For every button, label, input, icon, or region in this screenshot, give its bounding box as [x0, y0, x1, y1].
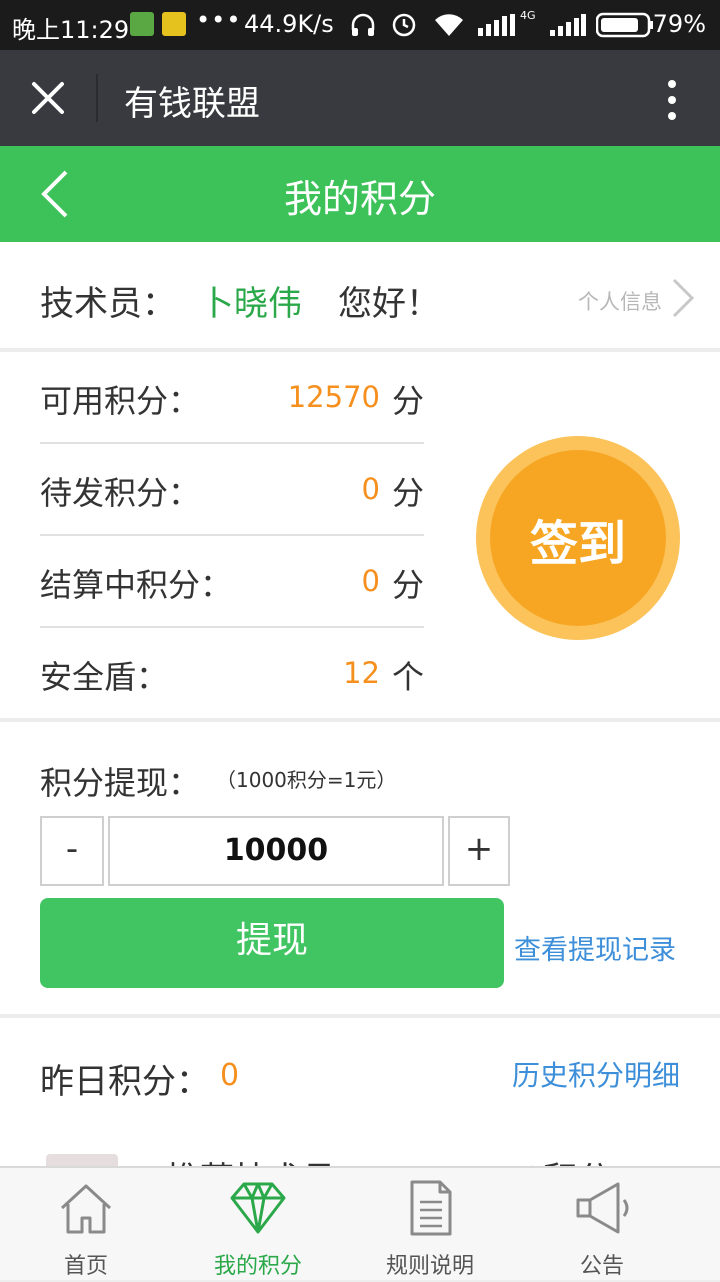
app-title: 有钱联盟 [124, 84, 260, 124]
withdraw-button[interactable]: 提现 [40, 898, 504, 988]
diamond-icon [230, 1182, 286, 1234]
status-time: 晚上11:29 [12, 16, 130, 44]
tab-announcements[interactable]: 公告 [516, 1168, 688, 1282]
withdraw-label: 积分提现： [40, 764, 201, 802]
points-row-pending: 待发积分： 0 分 [40, 444, 424, 536]
increase-button[interactable]: + [448, 816, 510, 886]
tab-label: 首页 [63, 1254, 108, 1279]
role-label: 技术员： [40, 284, 176, 324]
points-row-unit: 个 [391, 658, 424, 696]
tab-label: 我的积分 [213, 1254, 302, 1279]
points-row-value: 12570 [287, 380, 380, 414]
title-separator [96, 74, 98, 122]
points-row-value: 0 [361, 564, 380, 598]
page-title: 我的积分 [283, 177, 436, 221]
network-type: 4G [520, 9, 536, 22]
points-row-unit: 分 [391, 382, 424, 420]
profile-link[interactable]: 个人信息 [578, 286, 662, 316]
points-row-value: 12 [343, 656, 380, 690]
status-bar: 晚上11:29 ••• 44.9K/s 4G 79% [0, 0, 720, 50]
yesterday-section: 昨日积分： 0 历史积分明细 推荐技术员 0积分 [0, 1018, 720, 1174]
withdraw-record-link[interactable]: 查看提现记录 [514, 928, 676, 967]
app-notification-icon [162, 12, 186, 36]
checkin-label: 签到 [529, 516, 626, 572]
page-header: 我的积分 [0, 146, 720, 242]
checkin-button[interactable]: 签到 [476, 436, 680, 640]
points-row-unit: 分 [391, 474, 424, 512]
document-icon [410, 1180, 452, 1236]
signal-bars-icon-2 [550, 14, 586, 36]
points-row-value: 0 [361, 472, 380, 506]
tab-my-points[interactable]: 我的积分 [172, 1168, 344, 1282]
decrease-button[interactable]: - [40, 816, 104, 886]
points-row-label: 待发积分： [40, 474, 201, 512]
battery-icon [596, 12, 653, 38]
yesterday-value: 0 [220, 1058, 240, 1093]
history-points-link[interactable]: 历史积分明细 [512, 1054, 680, 1094]
points-row-available: 可用积分： 12570 分 [40, 352, 424, 444]
bottom-tab-bar: 首页 我的积分 规则说明 公告 [0, 1166, 720, 1280]
more-notifications-icon: ••• [196, 6, 242, 34]
signal-bars-icon [478, 14, 515, 36]
points-section: 可用积分： 12570 分 待发积分： 0 分 结算中积分： 0 分 安全盾： … [0, 352, 720, 718]
close-icon[interactable] [28, 78, 68, 118]
network-speed: 44.9K/s [244, 10, 334, 38]
withdraw-rate: （1000积分=1元） [216, 768, 397, 792]
points-row-shield: 安全盾： 12 个 [40, 628, 424, 720]
battery-percent: 79% [652, 10, 706, 38]
alarm-icon [392, 13, 416, 37]
app-title-bar: 有钱联盟 [0, 50, 720, 146]
megaphone-icon [576, 1182, 629, 1234]
greeting-text: 您好！ [338, 284, 440, 324]
withdraw-amount-input[interactable]: 10000 [108, 816, 444, 886]
greeting-section: 技术员： 卜晓伟 您好！ 个人信息 [0, 242, 720, 348]
user-name: 卜晓伟 [200, 284, 302, 324]
headphones-icon [351, 13, 375, 36]
tab-label: 规则说明 [385, 1254, 474, 1279]
tab-home[interactable]: 首页 [0, 1168, 172, 1282]
points-row-settling: 结算中积分： 0 分 [40, 536, 424, 628]
wifi-icon [435, 14, 463, 36]
tab-label: 公告 [579, 1254, 624, 1279]
shield-app-icon [130, 12, 154, 36]
points-row-unit: 分 [391, 566, 424, 604]
more-menu-icon[interactable] [662, 78, 682, 122]
points-row-label: 结算中积分： [40, 566, 233, 604]
points-row-label: 安全盾： [40, 658, 169, 696]
yesterday-label: 昨日积分： [40, 1062, 210, 1102]
withdraw-section: 积分提现： （1000积分=1元） - 10000 + 提现 查看提现记录 [0, 722, 720, 1014]
chevron-right-icon[interactable] [670, 276, 696, 320]
home-icon [60, 1184, 112, 1234]
tab-rules[interactable]: 规则说明 [344, 1168, 516, 1282]
points-row-label: 可用积分： [40, 382, 201, 420]
